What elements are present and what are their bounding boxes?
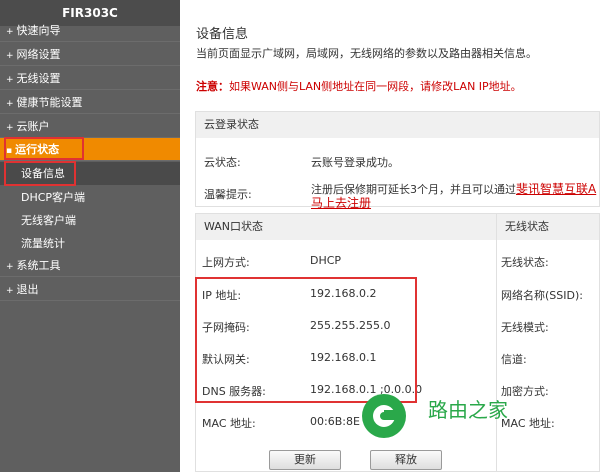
watermark-text: 路由之家 — [428, 398, 508, 422]
plus-icon: + — [6, 27, 14, 37]
cloud-status-value: 云账号登录成功。 — [311, 156, 399, 169]
page-description: 当前页面显示广域网，局域网，无线网络的参数以及路由器相关信息。 — [196, 47, 537, 60]
renew-button[interactable]: 更新 — [269, 450, 341, 470]
plus-icon: + — [6, 99, 14, 109]
menu-system-tools[interactable]: + 系统工具 — [0, 254, 180, 277]
wan-status-heading: WAN口状态 — [196, 214, 496, 240]
plus-icon: + — [6, 75, 14, 85]
wan-value-mac: 00:6B:8E — [310, 415, 360, 428]
menu-logout[interactable]: + 退出 — [0, 278, 180, 301]
highlight-device-info — [4, 161, 76, 186]
wireless-status-heading: 无线状态 — [497, 214, 599, 240]
wl-label-status: 无线状态: — [501, 256, 549, 269]
notice-text: 注意：如果WAN侧与LAN侧地址在同一网段，请修改LAN IP地址。 — [196, 80, 522, 93]
register-link-row: 马上去注册 — [311, 194, 371, 211]
wireless-status-panel: 无线状态 无线状态: 网络名称(SSID): 无线模式: 信道: 加密方式: M… — [497, 213, 600, 472]
wl-label-mode: 无线模式: — [501, 321, 549, 334]
submenu-traffic-stats[interactable]: 流量统计 — [0, 232, 180, 255]
plus-icon: + — [6, 51, 14, 61]
tip-label: 温馨提示: — [204, 188, 252, 201]
menu-cloud-account[interactable]: + 云账户 — [0, 115, 180, 138]
wan-label-connection-type: 上网方式: — [202, 256, 250, 269]
menu-network-settings[interactable]: + 网络设置 — [0, 43, 180, 66]
submenu-dhcp-clients[interactable]: DHCP客户端 — [0, 186, 180, 209]
wan-value-connection-type: DHCP — [310, 254, 342, 267]
sidebar: FIR303C + 快速向导 + 网络设置 + 无线设置 + 健康节能设置 + 云账户 ▪… — [0, 0, 180, 472]
register-link[interactable]: 马上去注册 — [311, 196, 371, 210]
wl-label-encryption: 加密方式: — [501, 385, 549, 398]
cloud-status-heading: 云登录状态 — [196, 112, 599, 138]
wl-label-mac: MAC 地址: — [501, 417, 555, 430]
cloud-status-panel: 云登录状态 云状态: 云账号登录成功。 温馨提示: 注册后保修期可延长3个月，并… — [195, 111, 600, 210]
wan-label-mac: MAC 地址: — [202, 417, 256, 430]
highlight-wan-ip-details — [195, 277, 417, 403]
cloud-status-label: 云状态: — [204, 156, 241, 169]
plus-icon: + — [6, 262, 14, 272]
menu-quick-wizard[interactable]: + 快速向导 — [0, 19, 180, 42]
plus-icon: + — [6, 123, 14, 133]
menu-health-energy[interactable]: + 健康节能设置 — [0, 91, 180, 114]
menu-wireless-settings[interactable]: + 无线设置 — [0, 67, 180, 90]
page-title: 设备信息 — [196, 27, 249, 42]
phicomm-link[interactable]: 斐讯智慧互联A — [516, 182, 596, 196]
submenu-wireless-clients[interactable]: 无线客户端 — [0, 209, 180, 232]
release-button[interactable]: 释放 — [370, 450, 442, 470]
wl-label-channel: 信道: — [501, 353, 527, 366]
plus-icon: + — [6, 286, 14, 296]
wl-label-ssid: 网络名称(SSID): — [501, 289, 583, 302]
highlight-running-status — [4, 137, 84, 160]
routerhome-logo-icon — [362, 394, 406, 438]
